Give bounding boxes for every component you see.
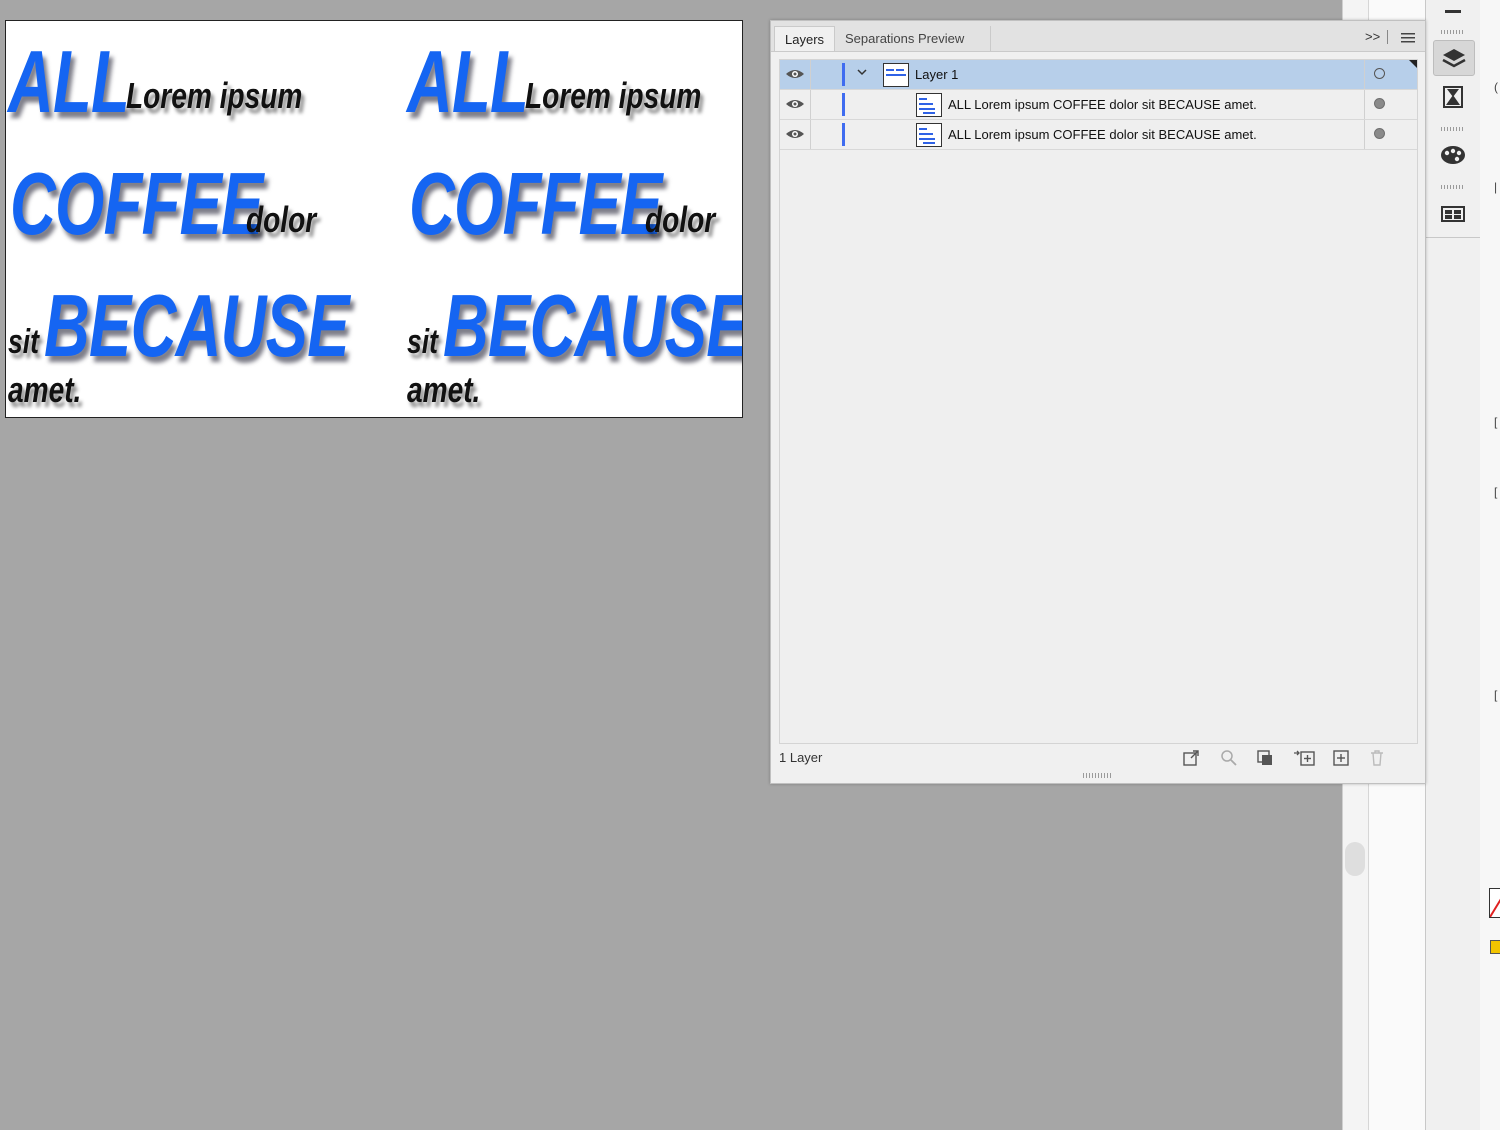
layer-row[interactable]: ALL Lorem ipsum COFFEE dolor sit BECAUSE…	[780, 90, 1417, 120]
word-because: BECAUSE	[44, 276, 349, 375]
properties-panel-edge: ( | [ [ [	[1480, 0, 1500, 1130]
stroke-swatch[interactable]	[1489, 888, 1500, 918]
color-themes-button[interactable]	[1433, 138, 1473, 172]
layer-name[interactable]: Layer 1	[915, 67, 958, 82]
word-lorem-ipsum: Lorem ipsum	[525, 75, 702, 116]
object-thumbnail	[916, 123, 942, 147]
asset-export-button[interactable]	[1433, 80, 1473, 114]
layer-count: 1 Layer	[779, 750, 823, 765]
trash-icon	[1371, 750, 1383, 766]
word-sit: sit	[8, 323, 39, 361]
word-dolor: dolor	[246, 199, 317, 240]
word-amet: amet.	[407, 369, 481, 410]
make-clipping-mask-button[interactable]	[1255, 748, 1275, 768]
chevron-down-icon[interactable]	[856, 66, 868, 81]
panel-menu-button[interactable]	[1401, 31, 1415, 49]
layers-list[interactable]: Layer 1 ALL Lorem ipsum COFFEE dolor sit…	[779, 59, 1418, 744]
word-lorem-ipsum: Lorem ipsum	[126, 75, 303, 116]
layers-icon	[1442, 49, 1466, 68]
artboard[interactable]: ALL Lorem ipsum COFFEE dolor sit BECAUSE…	[5, 20, 743, 418]
target-circle-icon[interactable]	[1374, 128, 1385, 139]
export-icon	[1183, 750, 1199, 766]
layer-color-bar	[842, 123, 845, 146]
partial-glyph: (	[1494, 80, 1498, 94]
dock-grip[interactable]	[1441, 127, 1465, 131]
visibility-eye-icon[interactable]	[785, 97, 805, 111]
layers-panel: Layers Separations Preview >> Layer 1 AL…	[770, 20, 1426, 784]
object-thumbnail	[916, 93, 942, 117]
create-new-layer-button[interactable]	[1331, 748, 1351, 768]
word-sit: sit	[407, 323, 438, 361]
object-name[interactable]: ALL Lorem ipsum COFFEE dolor sit BECAUSE…	[948, 127, 1257, 142]
layer-thumbnail	[883, 63, 909, 87]
column-divider	[810, 90, 811, 119]
word-coffee: COFFEE	[409, 154, 662, 253]
collapse-dock-button[interactable]	[1433, 0, 1473, 26]
layers-panel-button[interactable]	[1433, 40, 1475, 76]
delete-button[interactable]	[1367, 748, 1387, 768]
visibility-eye-icon[interactable]	[785, 127, 805, 141]
layer-color-bar	[842, 93, 845, 116]
visibility-eye-icon[interactable]	[785, 67, 805, 81]
word-all: ALL	[407, 32, 529, 131]
tab-layers[interactable]: Layers	[774, 26, 835, 51]
column-divider	[1364, 60, 1365, 89]
panel-icon-dock	[1425, 0, 1481, 1130]
expand-panel-button[interactable]: >>	[1365, 29, 1380, 44]
minus-icon	[1445, 10, 1461, 13]
dock-grip[interactable]	[1441, 30, 1465, 34]
libraries-icon	[1441, 206, 1465, 222]
add-icon	[1333, 750, 1349, 766]
selection-indicator	[1409, 60, 1417, 68]
column-divider	[810, 120, 811, 149]
panel-tabbar: Layers Separations Preview >>	[771, 21, 1425, 52]
partial-glyph: [	[1494, 485, 1498, 499]
word-dolor: dolor	[645, 199, 716, 240]
search-icon	[1221, 750, 1237, 766]
word-coffee: COFFEE	[10, 154, 263, 253]
asset-export-icon	[1443, 86, 1463, 108]
word-all: ALL	[8, 32, 130, 131]
object-name[interactable]: ALL Lorem ipsum COFFEE dolor sit BECAUSE…	[948, 97, 1257, 112]
panel-footer: 1 Layer	[771, 746, 1425, 772]
text-group-left[interactable]: ALL Lorem ipsum COFFEE dolor sit BECAUSE…	[6, 21, 366, 417]
create-sublayer-button[interactable]	[1291, 748, 1317, 768]
target-circle-icon[interactable]	[1374, 68, 1385, 79]
layer-row[interactable]: Layer 1	[780, 60, 1417, 90]
divider	[1387, 30, 1388, 44]
layer-color-bar	[842, 63, 845, 86]
word-amet: amet.	[8, 369, 82, 410]
color-palette-icon	[1441, 146, 1465, 164]
target-circle-icon[interactable]	[1374, 98, 1385, 109]
lock-toggle[interactable]	[811, 60, 841, 89]
scrollbar-thumb[interactable]	[1345, 842, 1365, 876]
partial-glyph: [	[1494, 688, 1498, 702]
new-sublayer-icon	[1294, 750, 1315, 766]
fill-swatch[interactable]	[1490, 940, 1500, 954]
partial-glyph: [	[1494, 415, 1498, 429]
locate-object-button[interactable]	[1219, 748, 1239, 768]
export-button[interactable]	[1181, 748, 1201, 768]
resize-grip[interactable]	[1083, 773, 1111, 778]
hamburger-menu-icon	[1401, 33, 1415, 43]
no-color-slash-icon	[1489, 898, 1500, 918]
clipping-mask-icon	[1257, 750, 1272, 765]
tab-separations-preview[interactable]: Separations Preview	[835, 26, 991, 51]
libraries-button[interactable]	[1433, 197, 1473, 231]
layer-row[interactable]: ALL Lorem ipsum COFFEE dolor sit BECAUSE…	[780, 120, 1417, 150]
dock-grip[interactable]	[1441, 185, 1465, 189]
partial-glyph: |	[1494, 180, 1498, 194]
text-group-right[interactable]: ALL Lorem ipsum COFFEE dolor sit BECAUSE…	[405, 21, 742, 417]
word-because: BECAUSE	[443, 276, 743, 375]
column-divider	[1364, 90, 1365, 119]
column-divider	[1364, 120, 1365, 149]
